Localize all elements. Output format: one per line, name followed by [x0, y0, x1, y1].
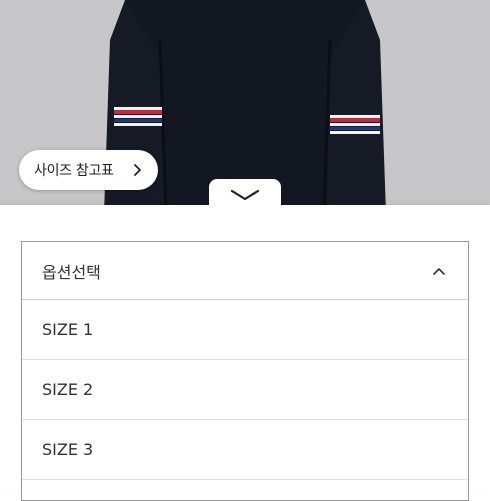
- left-arm-stripes: [114, 107, 162, 126]
- option-item-size-1[interactable]: SIZE 1: [22, 300, 468, 360]
- collapse-sheet-button[interactable]: [209, 179, 281, 211]
- option-select-label: 옵션선택: [42, 262, 101, 282]
- chevron-down-icon: [230, 189, 260, 201]
- chevron-right-icon: [134, 164, 141, 176]
- chevron-up-icon: [433, 268, 445, 275]
- right-arm-stripes: [330, 115, 380, 134]
- option-item-label: SIZE 1: [42, 320, 94, 339]
- option-item-label: SIZE 3: [42, 440, 94, 459]
- size-chart-label: 사이즈 참고표: [34, 163, 114, 179]
- option-item-size-2[interactable]: SIZE 2: [22, 360, 468, 420]
- size-chart-button[interactable]: 사이즈 참고표: [19, 150, 158, 190]
- option-select-header[interactable]: 옵션선택: [22, 242, 468, 300]
- option-item-size-3[interactable]: SIZE 3: [22, 420, 468, 480]
- option-item-label: SIZE 2: [42, 380, 94, 399]
- option-select: 옵션선택 SIZE 1 SIZE 2 SIZE 3: [21, 241, 469, 501]
